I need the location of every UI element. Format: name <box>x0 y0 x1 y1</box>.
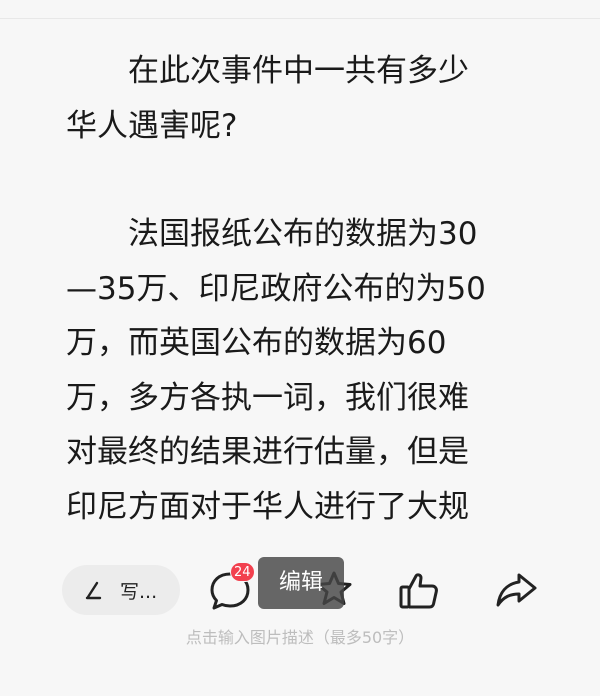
share-arrow-icon[interactable] <box>494 570 538 610</box>
image-caption-input[interactable]: 点击输入图片描述（最多50字） <box>0 624 600 648</box>
article-body: 在此次事件中一共有多少 华人遇害呢? 法国报纸公布的数据为30 —35万、印尼政… <box>66 44 546 534</box>
comment-button[interactable]: 24 <box>206 562 255 614</box>
screen: 在此次事件中一共有多少 华人遇害呢? 法国报纸公布的数据为30 —35万、印尼政… <box>0 0 600 696</box>
article-line: —35万、印尼政府公布的为50 <box>66 270 486 307</box>
article-line: 在此次事件中一共有多少 <box>128 53 469 89</box>
top-divider <box>0 18 600 19</box>
article-paragraph-2: 法国报纸公布的数据为30 —35万、印尼政府公布的为50 万，而英国公布的数据为… <box>66 207 546 534</box>
article-line: 对最终的结果进行估量，但是 <box>66 434 469 470</box>
edit-button[interactable]: 编辑 <box>258 557 344 609</box>
article-line: 万，而英国公布的数据为60 <box>66 325 447 361</box>
article-line: 万，多方各执一词，我们很难 <box>66 379 469 416</box>
article-line: 法国报纸公布的数据为30 <box>128 216 478 252</box>
write-comment-label: 写... <box>120 580 158 603</box>
article-paragraph-1: 在此次事件中一共有多少 华人遇害呢? <box>66 44 546 153</box>
comment-count-badge: 24 <box>230 562 255 582</box>
article-line: 印尼方面对于华人进行了大规 <box>66 488 469 525</box>
thumbs-up-icon[interactable] <box>397 569 441 613</box>
article-line: 华人遇害呢? <box>66 107 238 144</box>
pencil-icon <box>85 581 102 600</box>
write-comment-button[interactable]: 写... <box>62 565 180 615</box>
